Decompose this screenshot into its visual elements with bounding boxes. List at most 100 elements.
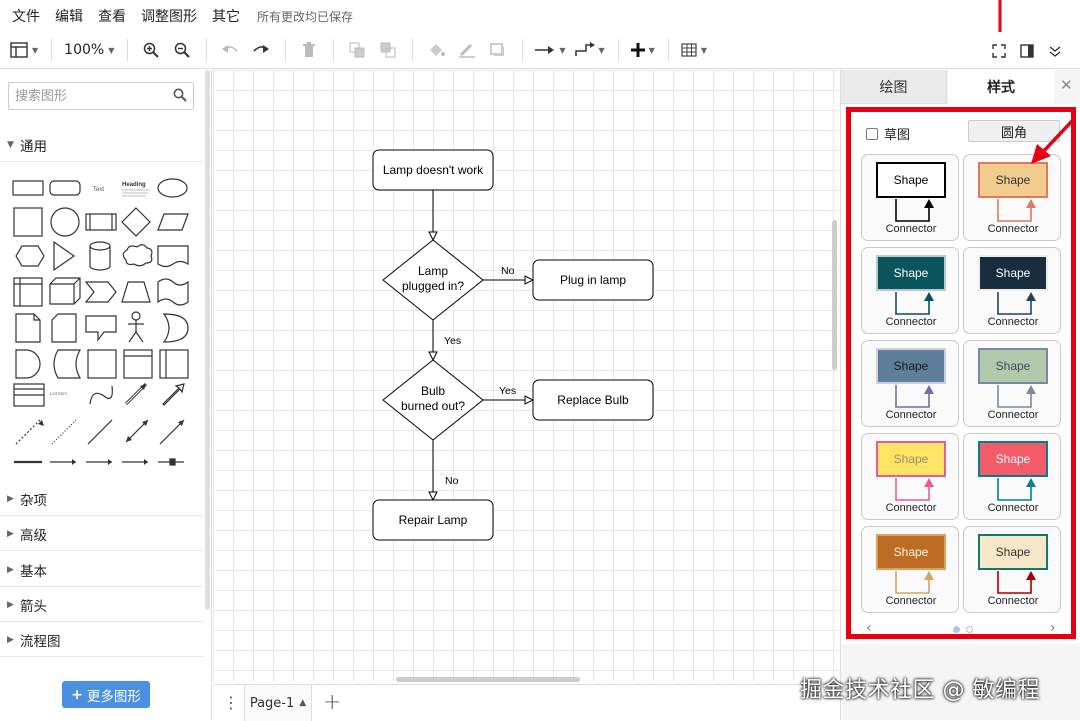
style-card[interactable]: Shape Connector [861, 154, 959, 241]
diagram-canvas[interactable]: No Yes Yes No Lamp doesn't work Lamp plu… [213, 70, 839, 682]
toolbar-divider [51, 39, 53, 61]
shadow-icon[interactable] [487, 37, 509, 63]
zoom-level: 100% [64, 42, 105, 58]
search-input[interactable] [9, 83, 159, 109]
canvas-horizontal-scrollbar[interactable] [396, 677, 580, 682]
more-shapes-button[interactable]: + 更多图形 [62, 681, 150, 708]
menu-view[interactable]: 查看 [98, 6, 126, 26]
style-card-connector-label: Connector [885, 502, 937, 514]
style-card[interactable]: Shape Connector [963, 340, 1061, 427]
page-dot[interactable] [966, 626, 973, 633]
style-card[interactable]: Shape Connector [963, 433, 1061, 520]
next-page-icon[interactable]: › [1050, 620, 1056, 636]
waypoints-icon[interactable]: ▼ [574, 37, 605, 63]
menu-edit[interactable]: 编辑 [55, 6, 83, 26]
node-start-label: Lamp doesn't work [383, 163, 484, 177]
panel-icon[interactable] [1016, 38, 1038, 64]
shape-list-item: List Item [50, 391, 67, 396]
edge-label-no: No [501, 265, 515, 277]
shape-swimlane [159, 349, 189, 379]
section-general[interactable]: ▼ 通用 [0, 128, 204, 162]
connector-line [997, 571, 1032, 594]
page-menu-icon[interactable]: ⋮ [223, 693, 239, 712]
style-card[interactable]: Shape Connector [861, 247, 959, 334]
connector-arrowhead [924, 199, 934, 208]
shape-parallelogram [157, 213, 189, 231]
add-page-icon[interactable]: + [323, 690, 341, 715]
shape-container [123, 349, 153, 379]
sidebar-scrollbar[interactable] [205, 70, 210, 610]
tab-diagram[interactable]: 绘图 [841, 70, 947, 104]
to-front-icon[interactable] [346, 37, 368, 63]
prev-page-icon[interactable]: ‹ [866, 620, 872, 636]
style-card[interactable]: Shape Connector [963, 247, 1061, 334]
shape-or [162, 313, 189, 343]
shape-callout [85, 315, 117, 342]
format-panel-toggle-icon[interactable]: ▼ [10, 37, 38, 63]
zoom-in-icon[interactable] [140, 37, 162, 63]
canvas-vertical-scrollbar[interactable] [832, 220, 837, 370]
search-icon[interactable] [173, 88, 187, 102]
line-color-icon[interactable] [456, 37, 478, 63]
expand-triangle-icon: ▼ [7, 139, 14, 150]
zoom-dropdown[interactable]: 100% ▼ [64, 37, 114, 63]
menu-arrange[interactable]: 调整图形 [141, 6, 197, 26]
section-arrows-label: 箭头 [20, 598, 47, 615]
edge-label-no: No [445, 475, 459, 487]
section-advanced[interactable]: ▶ 高级 [0, 517, 204, 551]
style-card-connector-label: Connector [987, 595, 1039, 607]
shape-diamond [121, 207, 151, 237]
page-tab[interactable]: Page-1 ▲ [244, 685, 312, 721]
watermark: 掘金技术社区 @ 敏编程 [800, 678, 1040, 703]
page-dot-active[interactable] [953, 626, 960, 633]
annotation-arrow-icon [1031, 118, 1075, 164]
table-icon[interactable]: ▼ [681, 37, 707, 63]
style-card[interactable]: Shape Connector [861, 340, 959, 427]
shape-ellipse [157, 178, 188, 198]
menu-extras[interactable]: 其它 [212, 6, 240, 26]
style-card[interactable]: Shape Connector [963, 526, 1061, 613]
fill-color-icon[interactable] [425, 37, 447, 63]
section-flowchart[interactable]: ▶ 流程图 [0, 623, 204, 657]
insert-icon[interactable]: ▼ [630, 37, 655, 63]
shape-search-box[interactable] [8, 82, 194, 110]
close-icon[interactable]: ✕ [1060, 76, 1073, 94]
plus-icon: + [71, 686, 83, 703]
node-plug-in-label: Plug in lamp [560, 273, 626, 287]
zoom-out-icon[interactable] [171, 37, 193, 63]
delete-icon[interactable] [298, 37, 320, 63]
section-misc[interactable]: ▶ 杂项 [0, 482, 204, 516]
section-general-label: 通用 [20, 138, 47, 155]
more-shapes-label: 更多图形 [86, 688, 141, 705]
sketch-checkbox[interactable] [866, 127, 878, 140]
caret-up-icon[interactable]: ▲ [299, 698, 306, 708]
toolbar-divider [333, 39, 335, 61]
section-arrows[interactable]: ▶ 箭头 [0, 588, 204, 622]
connector-arrowhead [924, 385, 934, 394]
shape-note [15, 313, 41, 343]
shape-text: Text [93, 187, 104, 193]
shape-actor [131, 311, 141, 321]
shape-card [51, 313, 77, 343]
tab-style[interactable]: 样式 [948, 70, 1054, 104]
section-advanced-label: 高级 [20, 527, 47, 544]
section-misc-label: 杂项 [20, 492, 47, 509]
section-basic[interactable]: ▶ 基本 [0, 553, 204, 587]
edge-label-yes: Yes [444, 335, 461, 347]
to-back-icon[interactable] [377, 37, 399, 63]
section-basic-label: 基本 [20, 563, 47, 580]
redo-icon[interactable] [250, 37, 272, 63]
connector-arrowhead [1026, 199, 1036, 208]
connector-arrowhead [924, 571, 934, 580]
collapse-icon[interactable] [1044, 38, 1066, 64]
undo-icon[interactable] [219, 37, 241, 63]
shape-square [13, 207, 43, 237]
style-card[interactable]: Shape Connector [861, 433, 959, 520]
shape-step [84, 281, 117, 303]
connection-icon[interactable]: ▼ [535, 37, 566, 63]
menu-file[interactable]: 文件 [12, 6, 40, 26]
fullscreen-icon[interactable] [988, 38, 1010, 64]
flowchart: No Yes Yes No Lamp doesn't work Lamp plu… [372, 149, 654, 541]
sketch-option[interactable]: 草图 [866, 124, 910, 143]
style-card[interactable]: Shape Connector [861, 526, 959, 613]
